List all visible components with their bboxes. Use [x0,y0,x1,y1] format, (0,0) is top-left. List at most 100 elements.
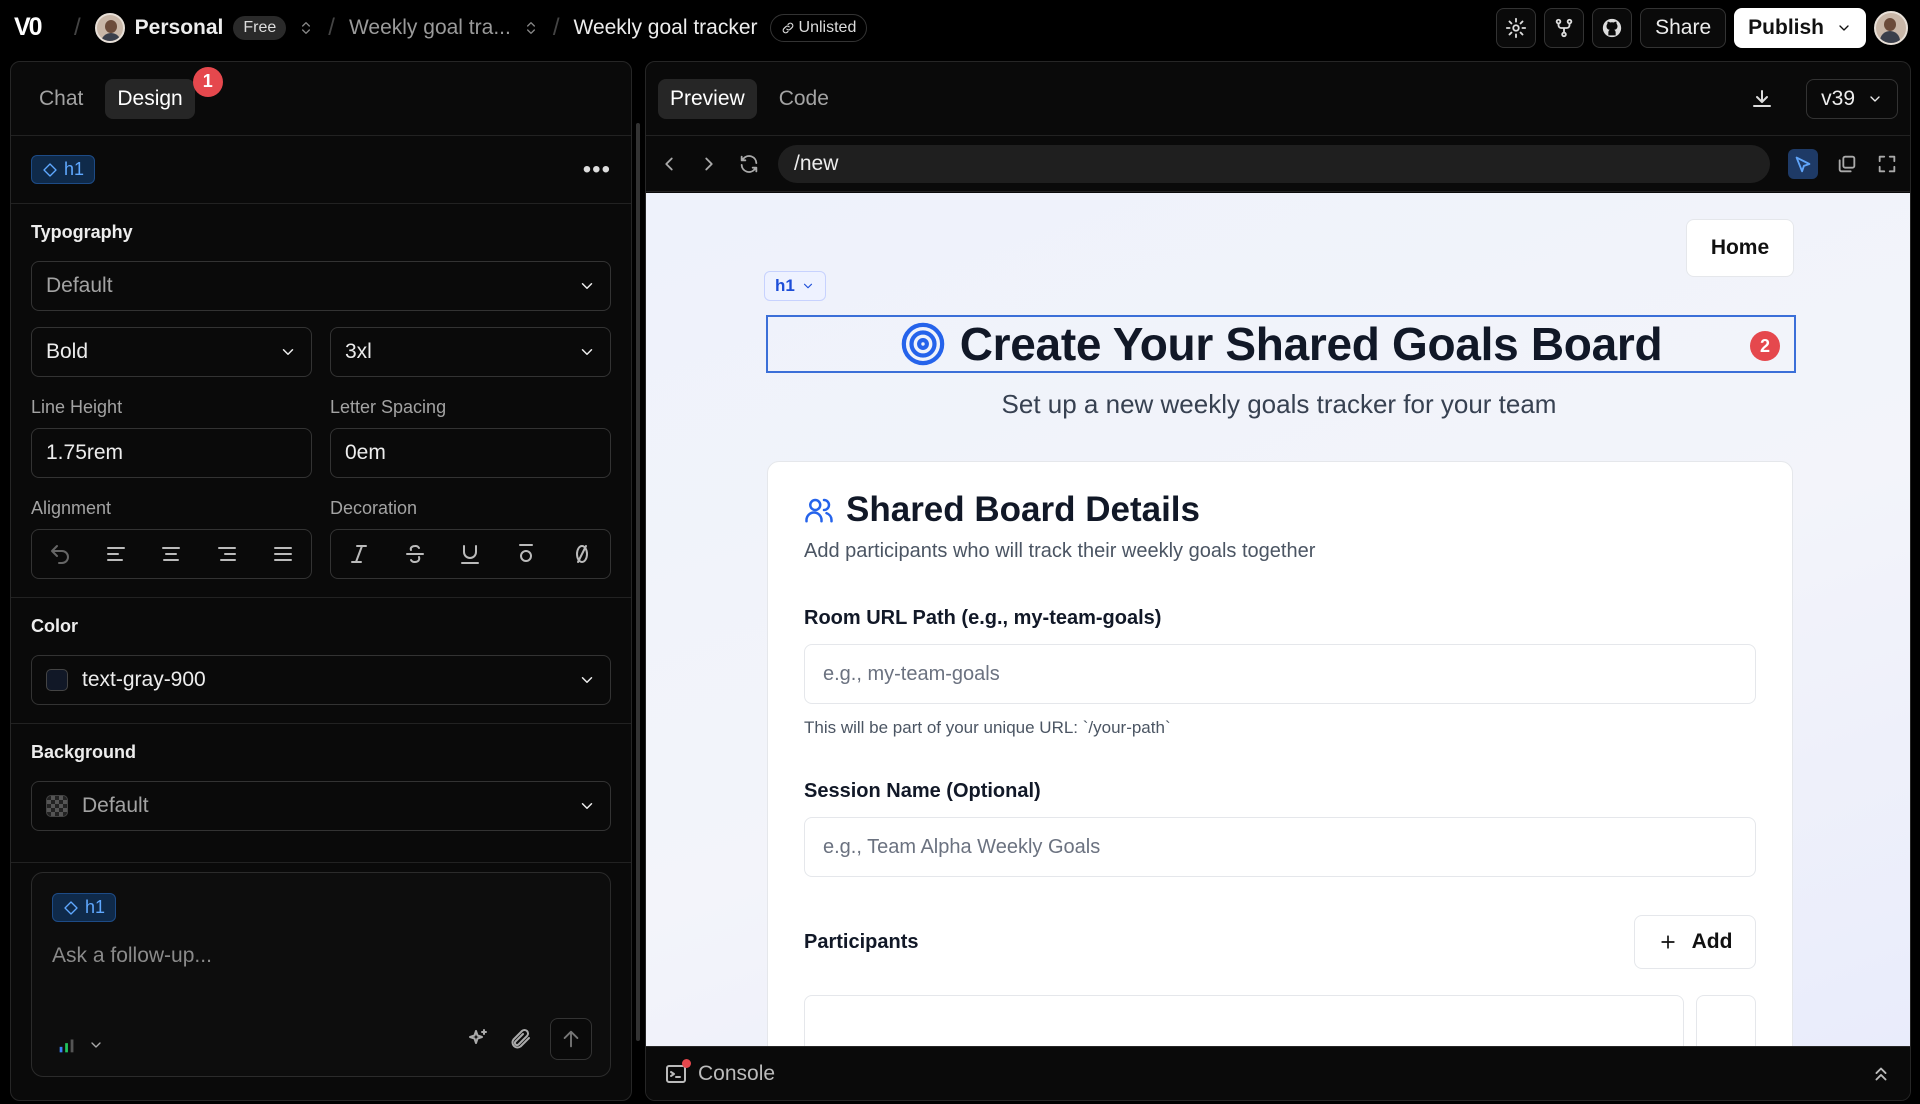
overline-icon[interactable] [514,542,538,566]
background-value: Default [82,794,149,817]
add-participant-button[interactable]: Add [1634,915,1756,969]
align-justify-icon[interactable] [271,542,295,566]
settings-button[interactable] [1496,8,1537,48]
background-value-wrap: Default [46,794,149,818]
room-url-input[interactable]: e.g., my-team-goals [804,644,1756,704]
composer-tag-label: h1 [85,897,106,917]
h1-chip-label: h1 [775,276,795,295]
transparent-swatch [46,795,68,817]
github-button[interactable] [1592,8,1633,48]
paperclip-icon[interactable] [508,1027,532,1051]
card-title: Shared Board Details [846,490,1200,529]
fork-button[interactable] [1544,8,1585,48]
gear-icon [1505,17,1527,39]
back-icon[interactable] [658,153,680,175]
underline-icon[interactable] [458,542,482,566]
tab-design[interactable]: Design 1 [105,66,223,119]
font-weight-value: Bold [46,340,89,363]
download-icon[interactable] [1750,87,1774,111]
project-name[interactable]: Weekly goal tra... [349,16,511,40]
chevron-down-icon [578,277,596,295]
h1-selection-chip[interactable]: h1 [764,271,826,301]
selected-element-tag[interactable]: h1 [31,155,96,184]
no-decoration-icon[interactable] [570,542,594,566]
session-name-label: Session Name (Optional) [804,780,1041,802]
link-icon [781,21,795,35]
chevron-down-icon [578,343,596,361]
preview-tabs: Preview Code v39 [646,62,1910,136]
design-panel: Chat Design 1 h1 ••• Typography Default … [10,61,632,1101]
background-select[interactable]: Default [31,781,611,831]
chevron-down-icon [578,797,596,815]
undo-icon[interactable] [48,542,72,566]
align-center-icon[interactable] [159,542,183,566]
workspace-switcher-icon[interactable] [298,20,314,36]
refresh-icon[interactable] [738,153,760,175]
participant-input[interactable] [804,995,1684,1048]
page-subtitle: Set up a new weekly goals tracker for yo… [1001,389,1557,419]
workspace-name[interactable]: Personal [135,16,224,40]
breadcrumb-separator: / [552,13,560,41]
select-element-icon[interactable] [1788,148,1818,179]
tab-chat[interactable]: Chat [27,79,95,119]
selected-element-label: h1 [64,159,85,179]
tab-preview[interactable]: Preview [658,78,757,119]
chat-composer: h1 Ask a follow-up... [31,872,611,1077]
font-weight-select[interactable]: Bold [31,327,312,377]
sparkles-icon[interactable] [466,1027,490,1051]
composer-element-tag[interactable]: h1 [52,893,117,922]
chevron-down-icon [1867,91,1883,107]
version-select[interactable]: v39 [1806,78,1898,119]
participants-label: Participants [804,930,919,953]
git-fork-icon [1553,17,1575,39]
line-height-label: Line Height [31,397,123,417]
chat-title[interactable]: Weekly goal tracker [574,16,758,40]
browser-bar: /new [646,136,1910,192]
panel-scrollbar[interactable] [636,123,640,1041]
align-right-icon[interactable] [215,542,239,566]
align-left-icon[interactable] [104,542,128,566]
chevron-down-icon [88,1037,104,1053]
diamond-icon [63,900,79,916]
follow-up-input[interactable]: Ask a follow-up... [52,944,590,968]
strikethrough-icon[interactable] [403,542,427,566]
open-new-window-icon[interactable] [1836,153,1858,175]
share-button[interactable]: Share [1640,8,1727,48]
italic-icon[interactable] [347,542,371,566]
github-icon [1601,17,1623,39]
forward-icon[interactable] [698,153,720,175]
chevron-down-icon [578,671,596,689]
add-label: Add [1691,930,1733,953]
room-url-hint: This will be part of your unique URL: `/… [804,718,1171,737]
session-name-input[interactable]: e.g., Team Alpha Weekly Goals [804,817,1756,877]
selected-heading[interactable]: Create Your Shared Goals Board 2 [766,315,1796,373]
color-value-wrap: text-gray-900 [46,668,206,692]
project-switcher-icon[interactable] [523,20,539,36]
background-title: Background [31,742,137,762]
color-value: text-gray-900 [82,668,206,691]
font-family-select[interactable]: Default [31,261,611,311]
users-icon [804,495,834,525]
console-error-dot [682,1058,691,1068]
preview-panel: Preview Code v39 /new Home h1 Create You… [645,61,1911,1101]
tab-code[interactable]: Code [767,79,841,119]
publish-button[interactable]: Publish [1734,8,1866,48]
home-button[interactable]: Home [1686,219,1794,277]
model-selector[interactable] [56,1034,104,1056]
font-size-select[interactable]: 3xl [330,327,611,377]
console-bar[interactable]: Console [646,1046,1910,1100]
visibility-badge[interactable]: Unlisted [769,13,868,42]
url-input[interactable]: /new [778,144,1770,183]
chevrons-up-icon[interactable] [1870,1063,1892,1085]
color-section: Color text-gray-900 [11,598,631,724]
send-button[interactable] [550,1018,592,1060]
more-options-icon[interactable]: ••• [583,156,611,184]
user-avatar[interactable] [1874,11,1908,45]
letter-spacing-input[interactable]: 0em [330,428,611,478]
remove-participant-button[interactable] [1696,995,1756,1048]
v0-logo[interactable]: V0 [14,13,60,42]
line-height-input[interactable]: 1.75rem [31,428,312,478]
fullscreen-icon[interactable] [1876,153,1898,175]
visibility-label: Unlisted [798,18,857,36]
color-select[interactable]: text-gray-900 [31,655,611,705]
